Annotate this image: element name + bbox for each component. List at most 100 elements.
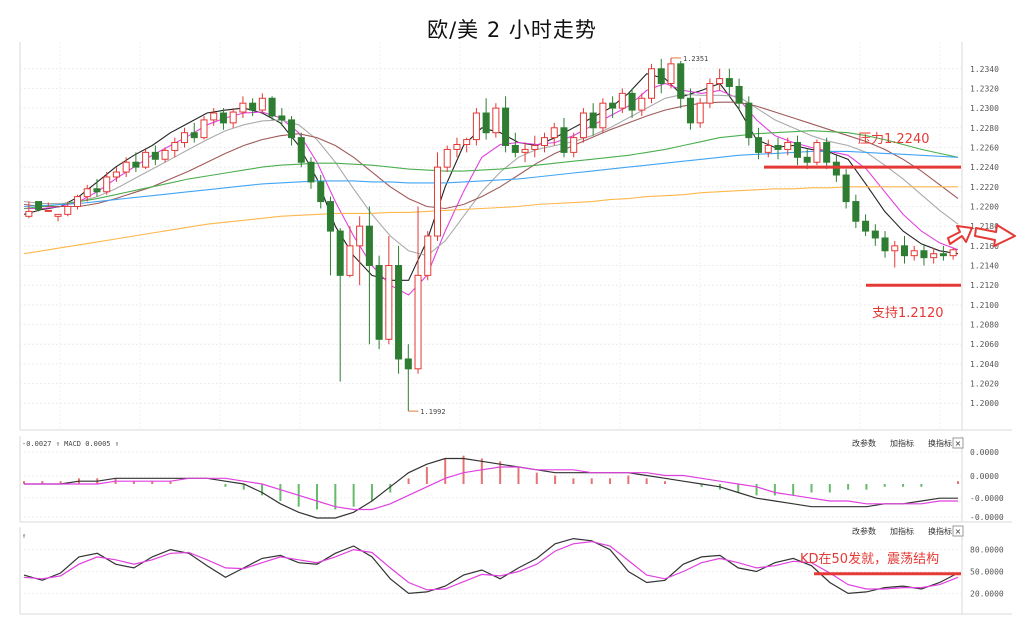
candle-body — [599, 102, 607, 129]
candle-body — [502, 107, 510, 146]
kd-header: ⇑ — [22, 532, 26, 540]
candle-body — [579, 112, 587, 139]
y-tick-label: 1.2040 — [970, 360, 999, 369]
candle-body — [482, 112, 490, 134]
candle-body — [433, 166, 442, 237]
candle-body — [151, 151, 159, 160]
candle-body — [716, 78, 724, 85]
candle-body — [453, 144, 461, 150]
candle-body — [132, 161, 140, 168]
candle-body — [249, 102, 257, 111]
close-icon: × — [955, 439, 962, 448]
up-arrow-icon — [947, 225, 973, 245]
y-tick-label: 1.2220 — [970, 183, 999, 192]
kd-add-indicator-button[interactable]: 加指标 — [890, 526, 914, 536]
y-tick-label: 1.2280 — [970, 124, 999, 133]
macd-header: -0.0027 ⇑ MACD 0.0005 ⇑ — [22, 440, 119, 448]
candle-body — [346, 245, 354, 276]
kd-switch-indicator-button[interactable]: 换指标 — [928, 526, 952, 536]
y-tick-label: 1.2080 — [970, 321, 999, 330]
candle-body — [112, 171, 120, 178]
candle-body — [239, 102, 247, 113]
candle-body — [745, 102, 753, 139]
candle-body — [326, 201, 334, 232]
candle-body — [560, 127, 568, 153]
candle-body — [570, 137, 578, 153]
macd-dea-line — [24, 466, 958, 511]
candle-body — [803, 156, 811, 163]
candle-body — [871, 230, 879, 239]
kd-tick-label: 80.0000 — [970, 546, 1004, 555]
support-label: 支持1.2120 — [872, 306, 944, 321]
kd-change-params-button[interactable]: 改参数 — [852, 526, 876, 536]
candle-body — [229, 111, 237, 124]
candle-body — [920, 250, 928, 259]
candle-body — [550, 127, 558, 139]
candle-body — [365, 225, 373, 267]
macd-tick-label: 0.0000 — [970, 472, 999, 481]
low-label: 1.1992 — [420, 408, 445, 416]
candle-body — [375, 265, 383, 340]
candle-body — [521, 148, 529, 153]
candle-body — [395, 265, 403, 360]
candle-body — [190, 132, 198, 139]
y-tick-label: 1.2260 — [970, 143, 999, 152]
candle-body — [949, 249, 957, 257]
candle-body — [297, 137, 305, 163]
candle-body — [472, 112, 480, 141]
chart-canvas: 1.2340 1.2320 1.2300 1.2280 1.2260 1.2240 1.22… — [19, 42, 1016, 615]
candle-body — [424, 235, 432, 276]
change-params-button[interactable]: 改参数 — [852, 438, 876, 448]
y-tick-label: 1.2240 — [970, 163, 999, 172]
candle-body — [813, 142, 821, 163]
high-label: 1.2351 — [683, 55, 708, 63]
candle-body — [735, 85, 743, 104]
candle-body — [35, 201, 43, 210]
candle-body — [862, 220, 870, 232]
candle-body — [103, 176, 111, 193]
kd-tick-label: 50.0000 — [970, 568, 1004, 577]
candle-body — [774, 144, 782, 150]
candle-body — [463, 139, 471, 146]
candle-body — [900, 245, 909, 257]
candle-body — [44, 209, 52, 212]
candle-body — [589, 112, 597, 129]
y-tick-label: 1.2120 — [970, 281, 999, 290]
macd-dif-line — [24, 457, 958, 519]
candle-body — [142, 151, 150, 168]
candle-body — [823, 142, 831, 163]
candle-body — [793, 142, 801, 158]
candle-body — [161, 149, 169, 160]
candle-body — [356, 225, 364, 247]
candle-body — [492, 107, 500, 134]
candle-body — [531, 144, 539, 150]
candle-body — [385, 265, 393, 340]
switch-indicator-button[interactable]: 换指标 — [928, 438, 952, 448]
candle-body — [268, 97, 276, 117]
candle-body — [336, 230, 344, 276]
y-tick-label: 1.2100 — [970, 301, 999, 310]
candle-body — [307, 161, 315, 183]
candle-body — [414, 274, 422, 370]
candle-body — [288, 119, 296, 139]
add-indicator-button[interactable]: 加指标 — [890, 438, 914, 448]
candle-body — [852, 201, 860, 222]
candle-body — [200, 119, 208, 139]
kd-tick-label: 20.0000 — [970, 589, 1004, 598]
candle-body — [181, 132, 189, 144]
candle-body — [73, 196, 82, 207]
y-tick-label: 1.2060 — [970, 340, 999, 349]
candle-body — [122, 161, 130, 173]
candle-body — [784, 142, 792, 150]
candle-body — [278, 115, 286, 121]
candle-body — [540, 137, 549, 146]
candle-body — [25, 210, 33, 217]
candle-body — [686, 97, 694, 124]
candle-body — [939, 253, 947, 257]
candle-body — [54, 213, 62, 217]
candle-body — [657, 68, 665, 85]
kd-close-icon: × — [955, 527, 962, 536]
candle-body — [618, 92, 626, 109]
candle-body — [404, 358, 412, 370]
y-tick-label: 1.2020 — [970, 380, 999, 389]
